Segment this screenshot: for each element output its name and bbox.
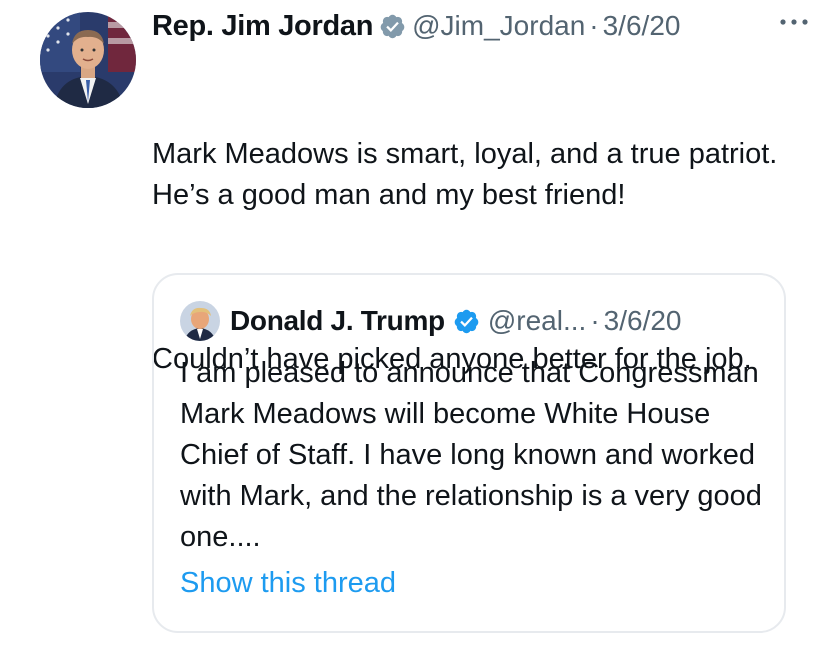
quoted-tweet-card[interactable]: Donald J. Trump @real... · 3/6/20 I am p… [152,273,786,633]
tweet-header: Rep. Jim Jordan @Jim_Jordan · 3/6/20 [152,6,818,46]
author-avatar[interactable] [40,12,136,108]
separator-dot: · [590,305,600,336]
quoted-tweet-header: Donald J. Trump @real... · 3/6/20 [180,297,682,345]
verified-badge-icon [453,308,480,335]
quoted-tweet-date[interactable]: 3/6/20 [604,305,682,337]
tweet-date[interactable]: 3/6/20 [603,10,681,42]
quoted-tweet-text: I am pleased to announce that Congressma… [180,357,762,553]
more-options-icon[interactable] [774,8,814,36]
show-thread-link[interactable]: Show this thread [180,567,396,600]
quoted-author-avatar [180,301,220,341]
separator-dot: · [589,10,599,41]
author-name[interactable]: Rep. Jim Jordan [152,10,373,43]
author-handle[interactable]: @Jim_Jordan [412,10,585,42]
quoted-author-name[interactable]: Donald J. Trump [230,305,445,337]
tweet-paragraph: Mark Meadows is smart, loyal, and a true… [152,138,786,211]
verified-badge-icon [379,13,406,40]
quoted-author-handle[interactable]: @real... [488,305,586,337]
